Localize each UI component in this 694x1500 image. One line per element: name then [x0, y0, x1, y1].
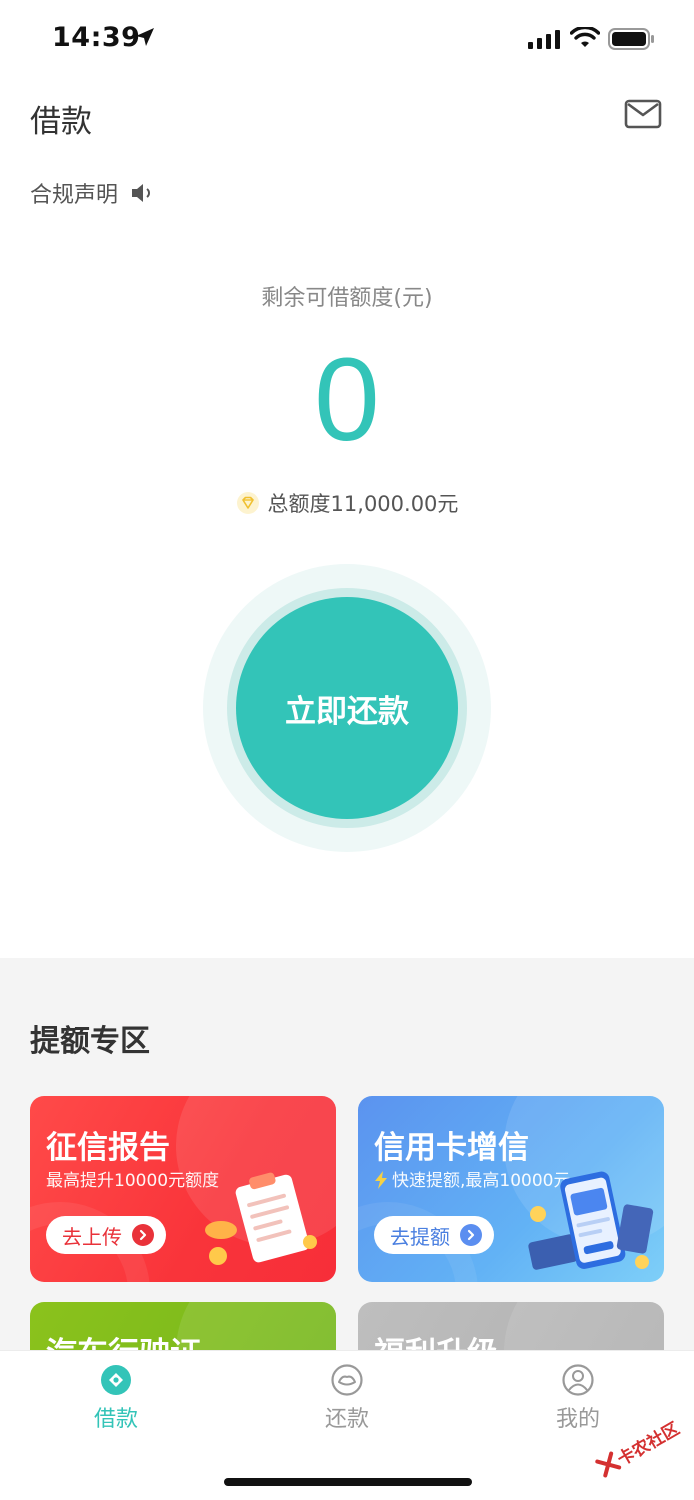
battery-icon: [608, 28, 654, 50]
page-title: 借款: [30, 104, 92, 140]
repay-icon: [331, 1364, 363, 1396]
location-arrow-icon: [136, 28, 154, 46]
available-credit-value: 0: [314, 334, 380, 466]
compliance-label: 合规声明: [30, 183, 119, 208]
boost-limit-button-label: 去提额: [390, 1224, 450, 1249]
chevron-right-icon: [132, 1224, 154, 1246]
total-credit-text: 总额度11,000.00元: [267, 492, 459, 516]
status-time: 14:39: [52, 22, 141, 53]
card-title: 征信报告: [46, 1130, 170, 1166]
clipboard-document-illustration: [205, 1172, 317, 1265]
promo-section: 提额专区 征信报告 最高提升10000元额度 去上传 信用卡增信 快速提额,最高…: [0, 958, 694, 1422]
loan-icon: [101, 1365, 131, 1395]
lightning-icon: [375, 1171, 387, 1189]
tab-repay[interactable]: 还款: [287, 1363, 407, 1443]
credit-card-boost-card[interactable]: 信用卡增信 快速提额,最高10000元 去提额: [358, 1096, 664, 1282]
card-subtitle: 最高提升10000元额度: [46, 1171, 220, 1191]
header: 借款: [0, 80, 694, 154]
wifi-icon: [570, 27, 600, 47]
status-bar: 14:39: [0, 0, 694, 80]
phone-credit-card-illustration: [528, 1171, 654, 1270]
repay-now-label: 立即还款: [285, 693, 409, 730]
tab-label: 我的: [555, 1407, 600, 1432]
promo-title: 提额专区: [30, 1024, 150, 1059]
upload-button-label: 去上传: [62, 1224, 122, 1249]
mail-icon[interactable]: [624, 98, 662, 130]
boost-limit-button[interactable]: 去提额: [374, 1216, 494, 1254]
speaker-icon: [132, 184, 150, 202]
chevron-right-icon: [460, 1224, 482, 1246]
total-credit-row: 总额度11,000.00元: [0, 488, 694, 518]
upload-button[interactable]: 去上传: [46, 1216, 166, 1254]
tab-label: 借款: [93, 1407, 138, 1432]
tab-label: 还款: [324, 1407, 369, 1432]
home-indicator: [224, 1478, 472, 1486]
compliance-notice[interactable]: 合规声明: [30, 176, 156, 210]
credit-report-card[interactable]: 征信报告 最高提升10000元额度 去上传: [30, 1096, 336, 1282]
diamond-icon: [236, 492, 259, 514]
user-icon: [562, 1364, 594, 1396]
cellular-signal-icon: [528, 30, 560, 49]
credit-label: 剩余可借额度(元): [261, 286, 433, 311]
card-title: 信用卡增信: [374, 1130, 529, 1166]
repay-now-button[interactable]: 立即还款: [236, 597, 458, 819]
watermark-text: 卡农社区: [614, 1418, 683, 1470]
tab-loan[interactable]: 借款: [56, 1363, 176, 1443]
